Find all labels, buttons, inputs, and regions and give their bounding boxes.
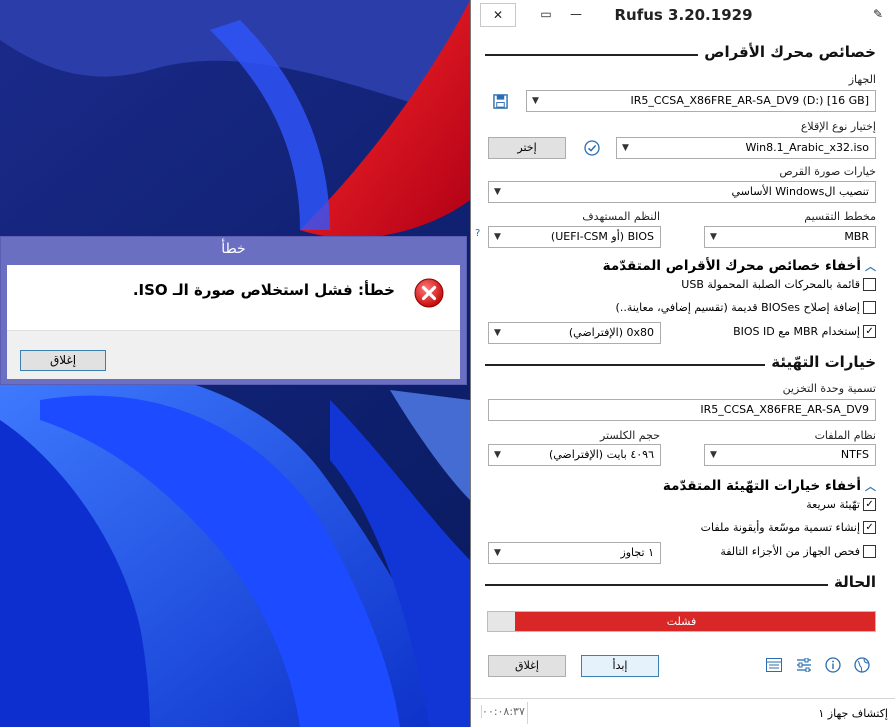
list-usb-hdd-label: قائمة بالمحركات الصلبة المحمولة USB	[681, 278, 860, 291]
boot-selection-label: إختيار نوع الإقلاع	[800, 120, 876, 133]
cluster-size-label: حجم الكلستر	[599, 429, 660, 442]
bios-id-value: 0x80 (الإفتراضي)	[568, 326, 654, 339]
save-drive-button[interactable]	[489, 90, 511, 112]
info-icon	[825, 657, 841, 673]
dialog-close-button[interactable]: إغلاق	[20, 350, 106, 371]
dialog-body: خطأ: فشل استخلاص صورة الـ ISO.	[7, 265, 460, 330]
bios-id-select[interactable]: ▼ 0x80 (الإفتراضي)	[488, 322, 661, 344]
dialog-title: خطأ	[221, 241, 246, 257]
about-button[interactable]	[822, 654, 844, 676]
partition-scheme-label: مخطط التقسيم	[804, 210, 876, 223]
app-icon: ✎	[863, 3, 893, 25]
start-button[interactable]: إبدأ	[581, 655, 659, 677]
image-option-value: تنصيب الWindows الأساسي	[731, 185, 869, 198]
target-system-label: النظم المستهدف	[582, 210, 660, 223]
file-system-value: NTFS	[840, 448, 869, 461]
target-system-help[interactable]: ?	[475, 228, 480, 239]
chevron-down-icon: ▼	[494, 548, 501, 558]
checkbox-box: ✓	[863, 325, 876, 338]
boot-selection-select[interactable]: ▼ Win8.1_Arabic_x32.iso	[616, 137, 876, 159]
use-mbr-bios-id-checkbox[interactable]: ✓ إستخدام MBR مع BIOS ID	[733, 325, 876, 338]
boot-selection-value: Win8.1_Arabic_x32.iso	[745, 141, 869, 154]
log-button[interactable]	[763, 654, 785, 676]
passes-value: ١ تجاوز	[620, 546, 654, 559]
cluster-size-select[interactable]: ▼ ٤٠٩٦ بايت (الإفتراضي)	[488, 444, 661, 466]
old-bios-fixes-label: إضافة إصلاح BIOSes قديمة (تقسيم إضافي، م…	[615, 301, 860, 314]
chevron-up-icon: ︿	[865, 260, 876, 273]
advanced-drive-toggle[interactable]: ︿ أخفاء خصائص محرك الأقراص المتقدّمة	[603, 258, 876, 274]
passes-select[interactable]: ▼ ١ تجاوز	[488, 542, 661, 564]
dialog-footer: إغلاق	[7, 330, 460, 379]
rufus-window: ✕ ▭ — Rufus 3.20.1929 ✎ خصائص محرك الأقر…	[470, 0, 895, 728]
checkbox-box: ✓	[863, 498, 876, 511]
window-title: Rufus 3.20.1929	[614, 6, 753, 24]
check-bad-blocks-label: فحص الجهاز من الأجزاء التالفة	[720, 545, 860, 558]
advanced-drive-toggle-label: أخفاء خصائص محرك الأقراص المتقدّمة	[602, 258, 861, 274]
file-system-label: نظام الملفات	[814, 429, 876, 442]
status-heading: الحالة	[828, 573, 876, 591]
device-select-value: IR5_CCSA_X86FRE_AR-SA_DV9 (D:) [16 GB]	[630, 94, 869, 107]
close-button[interactable]: إغلاق	[488, 655, 566, 677]
device-label: الجهاز	[848, 73, 876, 86]
image-option-select[interactable]: ▼ تنصيب الWindows الأساسي	[488, 181, 876, 203]
checkbox-box	[863, 301, 876, 314]
settings-sliders-icon	[797, 658, 811, 672]
partition-scheme-value: MBR	[844, 230, 869, 243]
list-usb-hdd-checkbox[interactable]: قائمة بالمحركات الصلبة المحمولة USB	[681, 278, 876, 291]
status-message: إكتشاف جهاز ١	[818, 707, 888, 720]
error-dialog: خطأ خطأ: فشل استخلاص صورة الـ ISO. إغلاق	[0, 236, 467, 385]
chevron-down-icon: ▼	[494, 450, 501, 460]
chevron-down-icon: ▼	[494, 187, 501, 197]
advanced-format-toggle-label: أخفاء خيارات التهّيئة المتقدّمة	[662, 478, 861, 494]
chevron-down-icon: ▼	[532, 96, 539, 106]
status-bar: ٠٠:٠٨:٣٧ إكتشاف جهاز ١	[471, 698, 895, 728]
quick-format-label: تهّيئة سريعة	[806, 498, 860, 511]
use-mbr-bios-id-label: إستخدام MBR مع BIOS ID	[733, 325, 860, 338]
chevron-up-icon: ︿	[865, 480, 876, 493]
image-option-label: خيارات صورة القرص	[779, 165, 876, 178]
volume-label-label: تسمية وحدة التخزين	[782, 382, 876, 395]
volume-label-input[interactable]: IR5_CCSA_X86FRE_AR-SA_DV9	[488, 399, 876, 421]
error-message: خطأ: فشل استخلاص صورة الـ ISO.	[132, 281, 395, 299]
extended-label-label: إنشاء تسمية موسّعة وأيقونة ملفات	[700, 521, 860, 534]
elapsed-time: ٠٠:٠٨:٣٧	[481, 705, 525, 718]
cluster-size-value: ٤٠٩٦ بايت (الإفتراضي)	[548, 448, 654, 461]
checkbox-box	[863, 545, 876, 558]
progress-text: فشلت	[666, 615, 697, 628]
quick-format-checkbox[interactable]: ✓ تهّيئة سريعة	[806, 498, 876, 511]
checkbox-box	[863, 278, 876, 291]
log-icon	[766, 658, 782, 672]
chevron-down-icon: ▼	[710, 232, 717, 242]
settings-button[interactable]	[793, 654, 815, 676]
check-bad-blocks-checkbox[interactable]: فحص الجهاز من الأجزاء التالفة	[720, 545, 876, 558]
partition-scheme-select[interactable]: ▼ MBR	[704, 226, 876, 248]
section-divider	[485, 584, 876, 586]
title-bar: ✕ ▭ — Rufus 3.20.1929 ✎	[471, 0, 895, 30]
chevron-down-icon: ▼	[622, 143, 629, 153]
language-button[interactable]	[851, 654, 873, 676]
chevron-down-icon: ▼	[494, 232, 501, 242]
checkmark-circle-icon	[584, 140, 600, 156]
file-system-select[interactable]: ▼ NTFS	[704, 444, 876, 466]
extended-label-checkbox[interactable]: ✓ إنشاء تسمية موسّعة وأيقونة ملفات	[701, 521, 876, 534]
chevron-down-icon: ▼	[494, 328, 501, 338]
globe-icon	[854, 657, 870, 673]
target-system-select[interactable]: ▼ BIOS (أو UEFI-CSM)	[488, 226, 661, 248]
drive-properties-heading: خصائص محرك الأقراص	[698, 43, 876, 61]
target-system-value: BIOS (أو UEFI-CSM)	[550, 230, 654, 243]
verify-checksum-button[interactable]	[581, 137, 603, 159]
format-options-heading: خيارات التهّيئة	[765, 353, 876, 371]
status-separator	[527, 702, 528, 724]
checkbox-box: ✓	[863, 521, 876, 534]
device-select[interactable]: ▼ IR5_CCSA_X86FRE_AR-SA_DV9 (D:) [16 GB]	[526, 90, 876, 112]
floppy-disk-icon	[492, 93, 508, 109]
select-iso-button[interactable]: إختر	[488, 137, 566, 159]
advanced-format-toggle[interactable]: ︿ أخفاء خيارات التهّيئة المتقدّمة	[663, 478, 876, 494]
progress-bar: فشلت	[487, 611, 876, 632]
pen-icon: ✎	[872, 7, 884, 21]
error-icon	[414, 278, 444, 308]
old-bios-fixes-checkbox[interactable]: إضافة إصلاح BIOSes قديمة (تقسيم إضافي، م…	[616, 301, 876, 314]
chevron-down-icon: ▼	[710, 450, 717, 460]
